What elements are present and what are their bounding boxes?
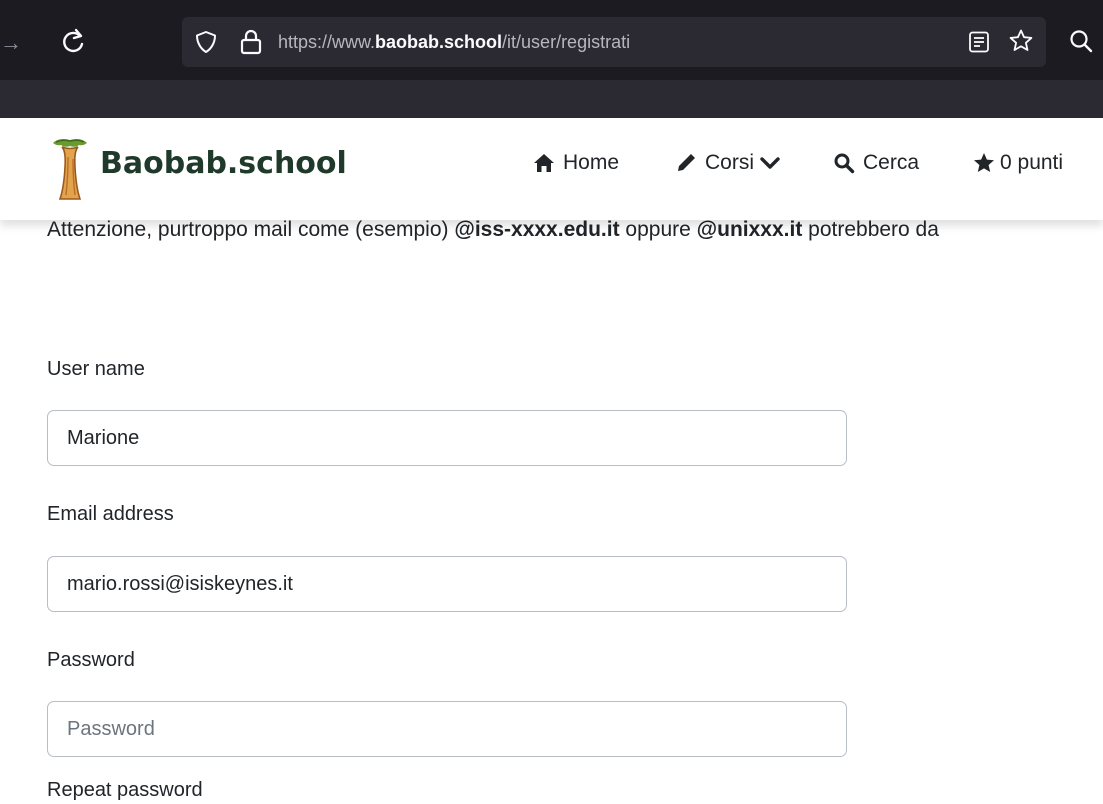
nav-cerca-label: Cerca [863,151,920,174]
lock-icon[interactable] [240,29,262,55]
bookmark-star-icon[interactable] [1008,28,1034,54]
email-input[interactable] [47,556,847,612]
site-header: Baobab.school Home Corsi Cerca 0 punti [0,118,1103,220]
star-icon [974,153,994,172]
chevron-down-icon [760,157,780,169]
browser-tab-strip [0,80,1103,118]
url-text[interactable]: https://www.baobab.school/it/user/regist… [278,29,630,55]
nav-cerca[interactable]: Cerca [833,148,919,178]
reload-icon[interactable] [58,24,88,60]
password-label: Password [47,649,135,671]
nav-punti-label: 0 punti [1000,151,1064,174]
nav-corsi-label: Corsi [705,151,755,174]
reader-view-icon[interactable] [968,31,990,53]
repeat-password-label: Repeat password [47,779,203,801]
username-input[interactable] [47,410,847,466]
brand-name[interactable]: Baobab.school [100,144,347,184]
shield-icon[interactable] [194,30,218,54]
pencil-icon [678,154,695,171]
address-bar[interactable]: https://www.baobab.school/it/user/regist… [182,17,1046,67]
nav-home[interactable]: Home [533,148,619,178]
email-label: Email address [47,503,174,525]
baobab-tree-logo[interactable] [49,137,91,201]
browser-toolbar: → https://www.baobab.school/it/user/regi… [0,0,1103,118]
password-input[interactable] [47,701,847,757]
nav-corsi[interactable]: Corsi [675,148,780,178]
nav-punti[interactable]: 0 punti [973,148,1063,178]
nav-home-label: Home [563,151,620,174]
forward-icon[interactable]: → [0,28,22,58]
home-icon [534,154,554,172]
search-icon[interactable] [1068,28,1096,56]
magnifier-icon [834,153,855,174]
username-label: User name [47,358,145,380]
